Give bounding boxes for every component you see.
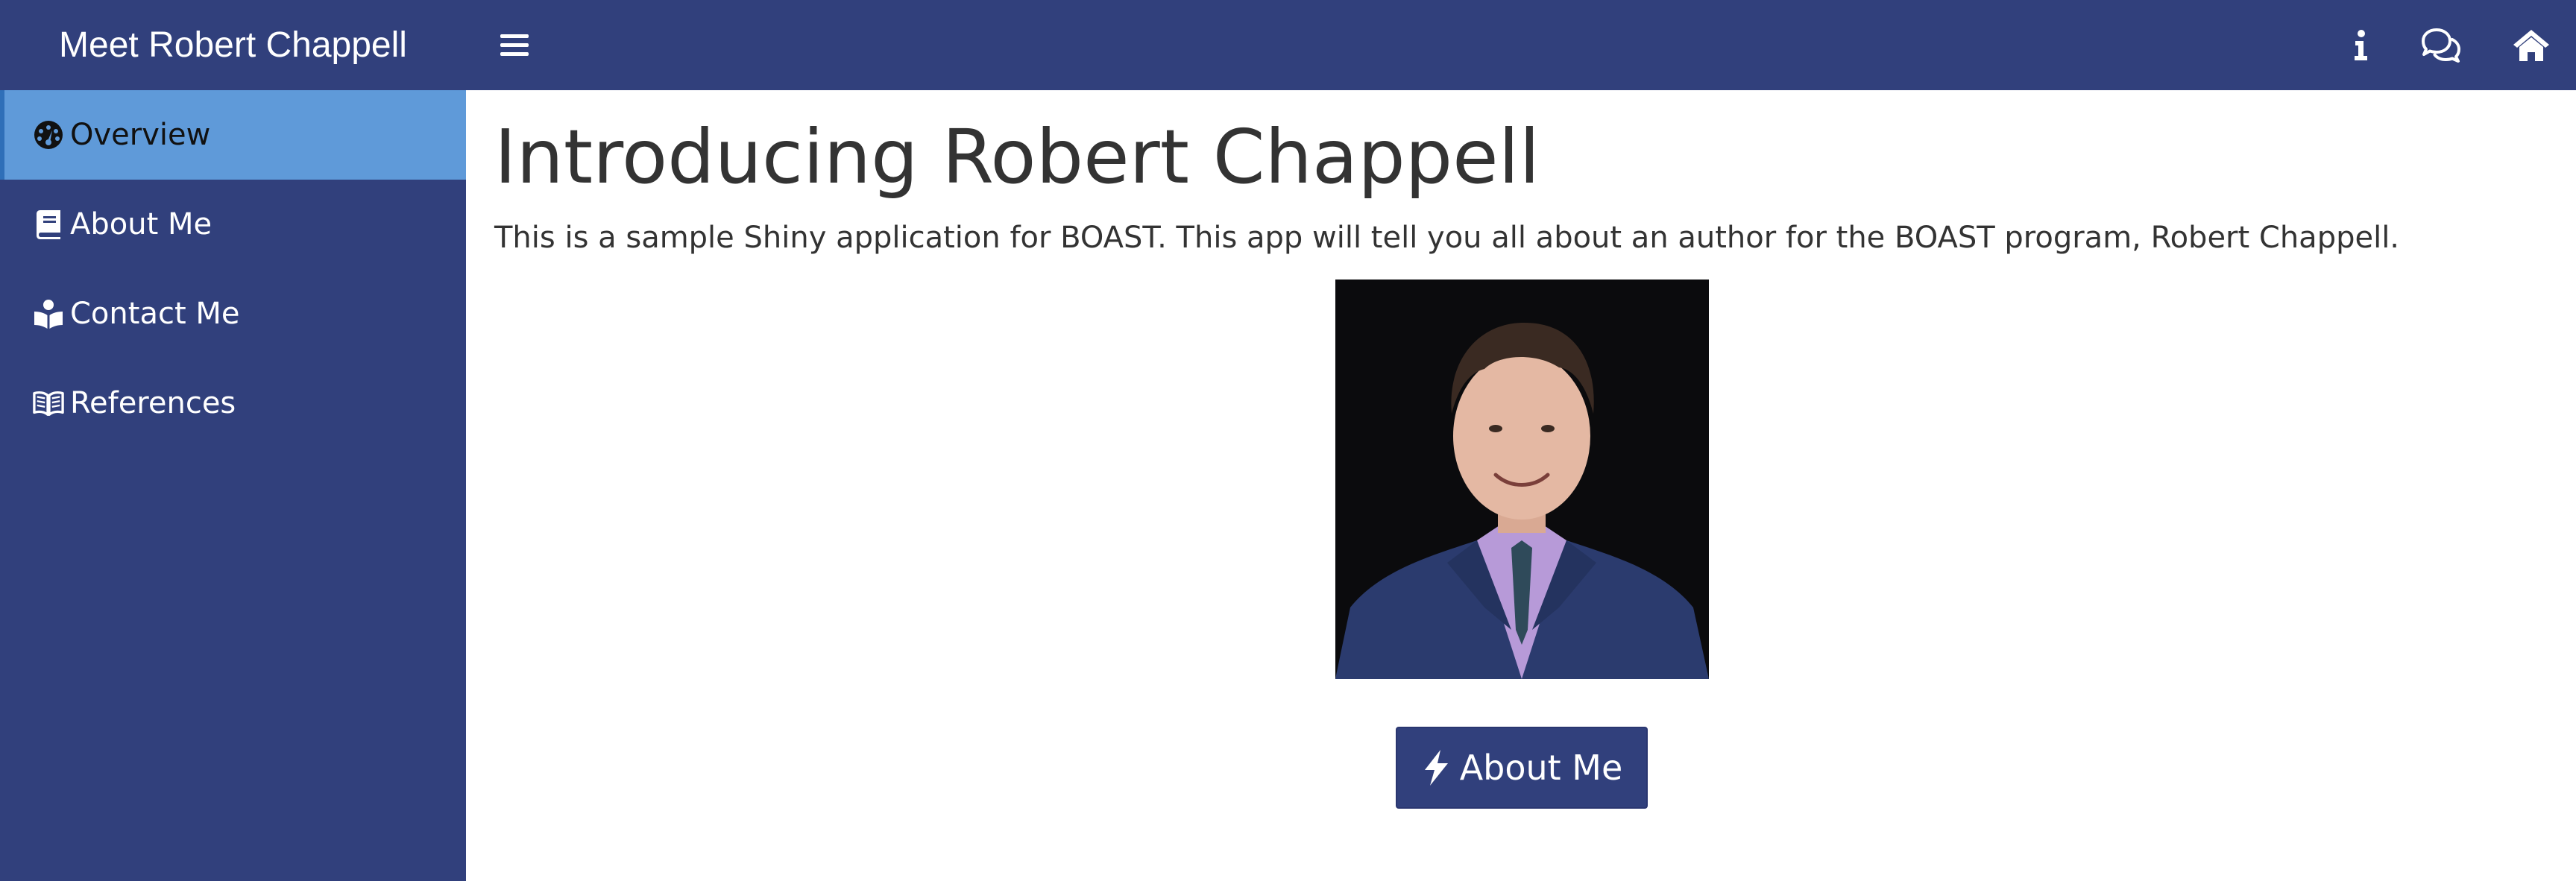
page-title: Introducing Robert Chappell	[494, 113, 1540, 200]
comments-icon[interactable]	[2416, 21, 2466, 70]
sidebar-item-label: Contact Me	[70, 297, 240, 331]
sidebar-item-overview[interactable]: Overview	[0, 90, 466, 180]
portrait-photo	[1335, 280, 1709, 679]
reader-icon	[33, 298, 64, 329]
open-book-icon	[33, 388, 64, 419]
book-icon	[33, 209, 64, 240]
sidebar-item-references[interactable]: References	[0, 359, 466, 448]
main-content: Introducing Robert Chappell This is a sa…	[466, 90, 2576, 881]
menu-icon[interactable]	[495, 27, 534, 63]
home-icon[interactable]	[2507, 21, 2556, 70]
sidebar-item-about-me[interactable]: About Me	[0, 180, 466, 269]
sidebar-item-contact-me[interactable]: Contact Me	[0, 269, 466, 359]
top-navbar: Meet Robert Chappell	[0, 0, 2576, 90]
info-icon[interactable]	[2336, 21, 2385, 70]
sidebar-item-label: Overview	[70, 118, 211, 152]
bolt-icon	[1421, 749, 1454, 786]
about-me-button-label: About Me	[1459, 748, 1623, 788]
dashboard-icon	[33, 119, 64, 151]
app-title: Meet Robert Chappell	[59, 25, 407, 65]
sidebar-item-label: References	[70, 386, 236, 420]
sidebar: Overview About Me Contact Me References	[0, 90, 466, 881]
intro-text: This is a sample Shiny application for B…	[494, 221, 2400, 255]
sidebar-item-label: About Me	[70, 207, 212, 241]
about-me-button[interactable]: About Me	[1396, 727, 1648, 809]
